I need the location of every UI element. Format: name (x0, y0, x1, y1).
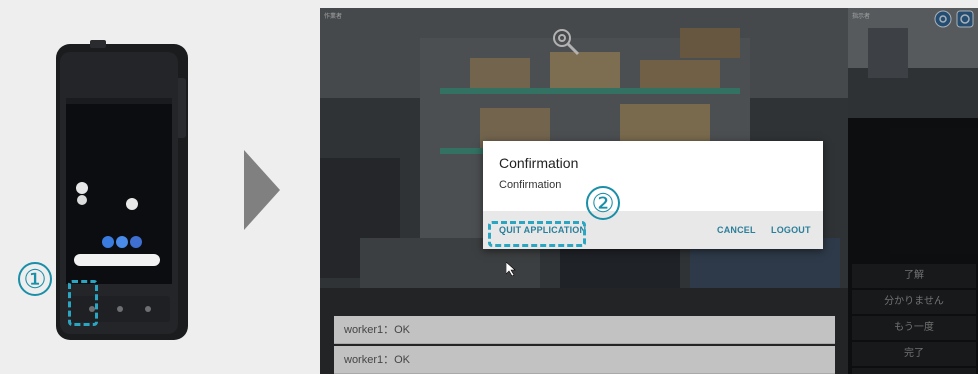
cancel-button[interactable]: CANCEL (717, 225, 756, 235)
dialog-message: Confirmation (499, 179, 562, 191)
app-screen: 作業者 指示者 了解 分かりません もう一度 完了 OK worker1：OK … (320, 8, 978, 374)
step-2-badge: ② (586, 186, 620, 220)
step-1-badge: ① (18, 262, 52, 296)
mouse-pointer-icon (506, 262, 516, 276)
quit-button-highlight (488, 221, 586, 247)
back-button-highlight[interactable] (68, 280, 98, 326)
next-step-arrow-icon (244, 150, 280, 230)
dialog-title: Confirmation (499, 155, 579, 171)
logout-button[interactable]: LOGOUT (771, 225, 811, 235)
